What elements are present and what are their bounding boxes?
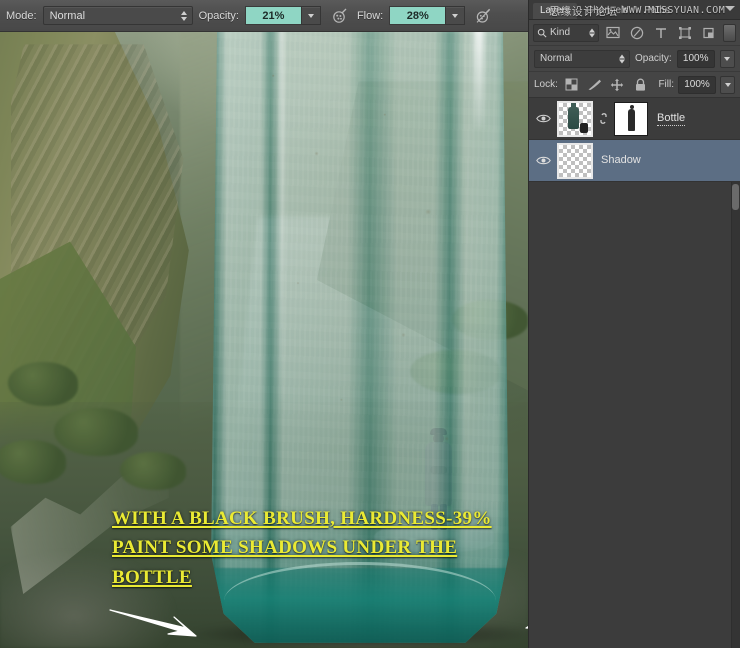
opacity-dropdown-arrow[interactable] — [300, 6, 321, 25]
shape-filter-icon[interactable] — [674, 23, 695, 43]
panel-menu-icon[interactable] — [725, 6, 735, 11]
lock-image-pixels-icon[interactable] — [585, 75, 604, 94]
bush-shape — [120, 452, 186, 490]
fill-dropdown-arrow[interactable] — [720, 75, 735, 94]
layer-mask-link-icon[interactable] — [597, 112, 609, 125]
thumbnail-bottle-shape — [568, 102, 579, 129]
tab-layers[interactable]: Layers — [533, 3, 578, 19]
fill-label: Fill: — [658, 79, 674, 90]
filter-kind-dropdown[interactable]: Kind — [533, 23, 599, 42]
mask-figure-shape — [628, 104, 635, 131]
layer-thumbnail[interactable] — [557, 142, 593, 179]
annotation-line-2: PAINT SOME SHADOWS UNDER THE BOTTLE — [112, 537, 458, 588]
photoshop-window: Mode: Normal Opacity: 21% Flow: 28% WITH… — [0, 0, 740, 648]
flow-dropdown-arrow[interactable] — [445, 6, 466, 25]
layer-opacity-dropdown-arrow[interactable] — [719, 49, 735, 68]
pixel-filter-icon[interactable] — [602, 23, 623, 43]
filter-enable-toggle[interactable] — [723, 23, 736, 42]
panel-tab-bar: Layers Channels Paths 思缘设计论坛 WWW.MISSYUA… — [529, 0, 740, 20]
mode-label: Mode: — [6, 9, 37, 22]
bush-shape — [0, 440, 66, 484]
chevron-updown-icon — [619, 54, 625, 63]
blend-mode-dropdown[interactable]: Normal — [42, 6, 193, 25]
bottle-highlight — [474, 32, 484, 128]
tablet-pressure-icon[interactable] — [471, 5, 495, 27]
lock-all-icon[interactable] — [631, 75, 650, 94]
flow-control: 28% — [389, 6, 466, 25]
adjustment-filter-icon[interactable] — [626, 23, 647, 43]
airbrush-icon[interactable] — [327, 5, 351, 27]
lock-position-icon[interactable] — [608, 75, 627, 94]
layer-visibility-toggle[interactable] — [533, 155, 553, 166]
filter-kind-label: Kind — [550, 27, 571, 38]
fill-input[interactable]: 100% — [678, 75, 716, 94]
thumbnail-figure-shape — [580, 122, 588, 133]
layer-filter-row: Kind — [529, 20, 740, 46]
tool-options-bar: Mode: Normal Opacity: 21% Flow: 28% — [0, 0, 528, 32]
scrollbar-thumb[interactable] — [732, 184, 739, 210]
search-icon — [537, 28, 547, 38]
pointer-arrow-left-icon — [516, 598, 528, 643]
lock-label: Lock: — [534, 79, 558, 90]
lock-transparent-pixels-icon[interactable] — [562, 75, 581, 94]
chevron-updown-icon — [589, 28, 595, 37]
layer-blend-row: Normal Opacity: 100% — [529, 46, 740, 72]
layer-opacity-label: Opacity: — [635, 53, 672, 64]
type-filter-icon[interactable] — [650, 23, 671, 43]
document-canvas[interactable]: WITH A BLACK BRUSH, HARDNESS-39% PAINT S… — [0, 32, 528, 648]
annotation-line-1: WITH A BLACK BRUSH, HARDNESS-39% — [112, 508, 492, 529]
bush-shape — [8, 362, 78, 406]
layer-row-bottle[interactable]: Bottle — [529, 98, 740, 140]
opacity-input[interactable]: 21% — [244, 6, 301, 25]
smart-object-filter-icon[interactable] — [698, 23, 719, 43]
bush-shape — [54, 408, 138, 456]
tab-channels[interactable]: Channels — [579, 3, 636, 19]
flow-label: Flow: — [356, 9, 384, 22]
opacity-control: 21% — [244, 6, 321, 25]
layers-panel-empty-area — [529, 182, 740, 648]
pointer-arrow-right-icon — [108, 604, 208, 648]
layer-thumbnail[interactable] — [557, 100, 593, 137]
bottle-highlight-secondary — [279, 32, 285, 400]
layer-mask-thumbnail[interactable] — [614, 101, 648, 136]
layer-blend-mode-value: Normal — [540, 53, 573, 64]
tab-paths[interactable]: Paths — [637, 3, 677, 19]
layers-panel: Layers Channels Paths 思缘设计论坛 WWW.MISSYUA… — [528, 0, 740, 648]
annotation-text: WITH A BLACK BRUSH, HARDNESS-39% PAINT S… — [112, 504, 512, 592]
layers-panel-scrollbar[interactable] — [731, 182, 740, 648]
layer-name-bottle[interactable]: Bottle — [657, 112, 686, 126]
chevron-updown-icon — [180, 10, 187, 21]
layer-opacity-input[interactable]: 100% — [676, 49, 715, 68]
flow-input[interactable]: 28% — [389, 6, 446, 25]
layer-lock-row: Lock: Fill: 100% — [529, 72, 740, 98]
layer-list: Bottle Shadow — [529, 98, 740, 182]
opacity-label: Opacity: — [198, 9, 239, 22]
layer-visibility-toggle[interactable] — [533, 113, 553, 124]
layer-row-shadow[interactable]: Shadow — [529, 140, 740, 182]
blend-mode-value: Normal — [49, 9, 86, 22]
layer-name-shadow[interactable]: Shadow — [601, 154, 641, 167]
layer-blend-mode-dropdown[interactable]: Normal — [534, 49, 630, 68]
